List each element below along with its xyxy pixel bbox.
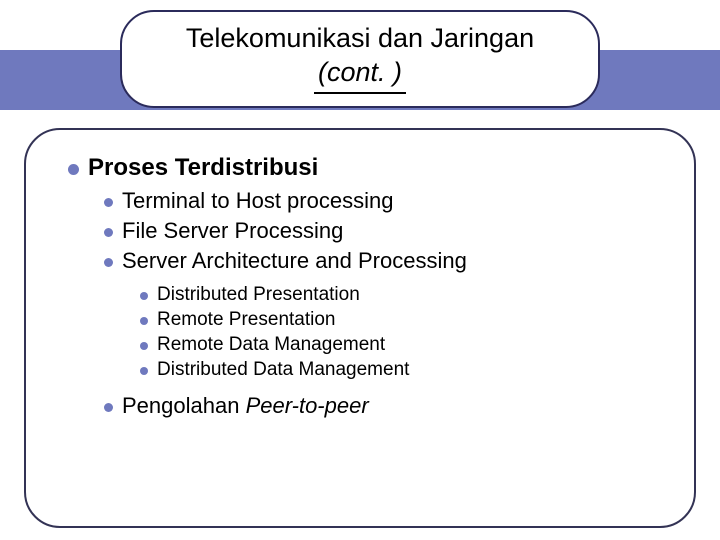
title-line2: (cont. ): [314, 56, 406, 94]
slide-title-box: Telekomunikasi dan Jaringan (cont. ): [120, 10, 600, 108]
item-text: Pengolahan Peer-to-peer: [122, 393, 369, 419]
last-italic: Peer-to-peer: [246, 393, 369, 418]
item-text: Remote Data Management: [157, 334, 385, 356]
list-item: Server Architecture and Processing: [104, 248, 664, 274]
title-line1: Telekomunikasi dan Jaringan: [186, 23, 534, 53]
list-item: Remote Data Management: [140, 334, 664, 356]
last-prefix: Pengolahan: [122, 393, 246, 418]
list-item: File Server Processing: [104, 218, 664, 244]
item-text: Distributed Data Management: [157, 359, 409, 381]
list-item: Distributed Presentation: [140, 284, 664, 306]
heading-text: Proses Terdistribusi: [88, 154, 318, 182]
bullet-icon: [104, 403, 113, 412]
list-item: Distributed Data Management: [140, 359, 664, 381]
bullet-icon: [140, 342, 148, 350]
bullet-icon: [140, 367, 148, 375]
bullet-icon: [68, 164, 79, 175]
item-text: Distributed Presentation: [157, 284, 360, 306]
item-text: Remote Presentation: [157, 309, 336, 331]
bullet-icon: [104, 198, 113, 207]
bullet-icon: [104, 228, 113, 237]
slide-title: Telekomunikasi dan Jaringan (cont. ): [152, 22, 568, 94]
bullet-icon: [104, 258, 113, 267]
list-item: Terminal to Host processing: [104, 188, 664, 214]
list-item: Proses Terdistribusi: [68, 154, 664, 182]
item-text: Server Architecture and Processing: [122, 248, 467, 274]
list-item: Remote Presentation: [140, 309, 664, 331]
item-text: Terminal to Host processing: [122, 188, 393, 214]
bullet-icon: [140, 292, 148, 300]
bullet-icon: [140, 317, 148, 325]
item-text: File Server Processing: [122, 218, 343, 244]
list-item: Pengolahan Peer-to-peer: [104, 393, 664, 419]
content-frame: Proses Terdistribusi Terminal to Host pr…: [24, 128, 696, 528]
